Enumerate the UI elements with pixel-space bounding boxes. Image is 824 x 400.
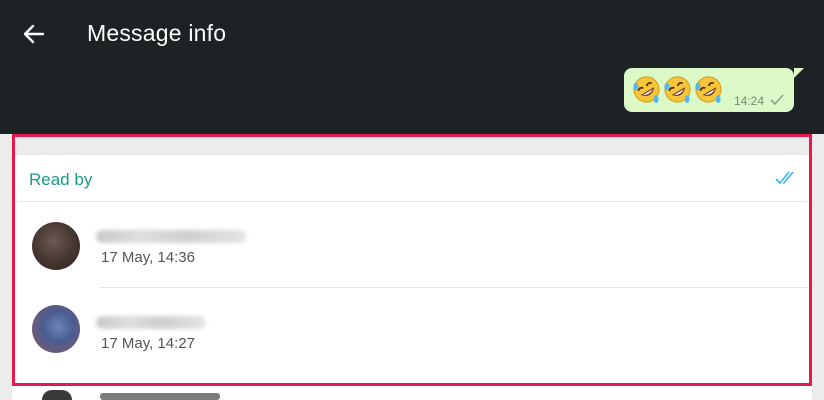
- message-emojis: [632, 75, 723, 104]
- page-title: Message info: [87, 20, 227, 46]
- read-by-label: Read by: [29, 170, 93, 189]
- contact-name-blurred: [96, 316, 206, 329]
- single-check-icon: [770, 94, 784, 106]
- top-bar: Message info 14:24: [0, 0, 824, 134]
- rolling-laughing-emoji-icon: [664, 76, 691, 104]
- bubble-tail: [794, 68, 804, 78]
- double-check-icon: [775, 171, 794, 185]
- contact-name-blurred: [96, 230, 246, 243]
- message-bubble[interactable]: 14:24: [624, 68, 794, 112]
- avatar: [32, 222, 80, 270]
- rolling-laughing-emoji-icon: [695, 76, 722, 104]
- rolling-laughing-emoji-icon: [633, 76, 660, 104]
- back-button[interactable]: [16, 16, 52, 52]
- message-time: 14:24: [734, 94, 765, 108]
- avatar: [42, 390, 72, 400]
- contact-name-blurred: [100, 393, 220, 400]
- read-by-row[interactable]: 17 May, 14:27: [12, 288, 812, 374]
- avatar: [32, 305, 80, 353]
- arrow-left-icon: [23, 24, 45, 44]
- read-by-row[interactable]: 17 May, 14:36: [12, 202, 812, 288]
- read-time: 17 May, 14:36: [101, 249, 195, 266]
- read-time: 17 May, 14:27: [101, 335, 195, 352]
